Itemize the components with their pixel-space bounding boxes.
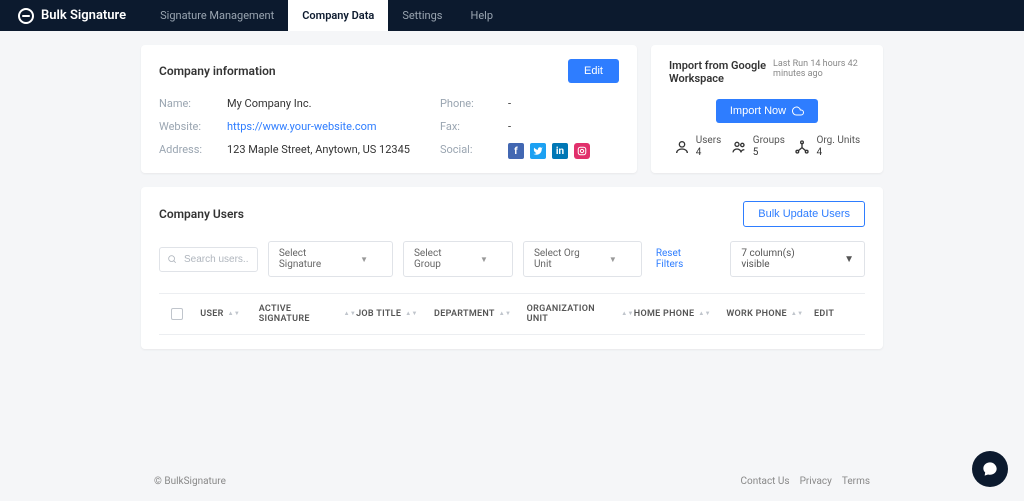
sort-icon: ▲▼ bbox=[791, 312, 803, 316]
nav-items: Signature Management Company Data Settin… bbox=[146, 0, 507, 31]
cloud-sync-icon bbox=[792, 105, 804, 117]
org-select-label: Select Org Unit bbox=[534, 248, 599, 270]
org-stat-value: 4 bbox=[816, 147, 860, 159]
select-all-checkbox[interactable] bbox=[171, 308, 183, 320]
users-icon bbox=[674, 139, 690, 155]
users-stat-label: Users bbox=[696, 135, 722, 147]
org-stat: Org. Units 4 bbox=[794, 135, 860, 159]
website-value[interactable]: https://www.your-website.com bbox=[227, 120, 377, 133]
groups-icon bbox=[731, 139, 747, 155]
sort-icon: ▲▼ bbox=[499, 312, 511, 316]
users-stat-value: 4 bbox=[696, 147, 722, 159]
col-user[interactable]: USER▲▼ bbox=[200, 309, 258, 319]
nav-help[interactable]: Help bbox=[456, 0, 507, 31]
import-now-button[interactable]: Import Now bbox=[716, 99, 818, 123]
phone-label: Phone: bbox=[440, 97, 490, 110]
edit-button[interactable]: Edit bbox=[568, 59, 619, 83]
groups-stat: Groups 5 bbox=[731, 135, 785, 159]
chat-icon bbox=[982, 461, 998, 477]
top-nav: Bulk Signature Signature Management Comp… bbox=[0, 0, 1024, 31]
name-label: Name: bbox=[159, 97, 209, 110]
company-users-title: Company Users bbox=[159, 207, 244, 221]
col-active-signature[interactable]: ACTIVE SIGNATURE▲▼ bbox=[259, 304, 356, 324]
company-users-card: Company Users Bulk Update Users Select S… bbox=[141, 187, 883, 349]
nav-signature-management[interactable]: Signature Management bbox=[146, 0, 288, 31]
social-label: Social: bbox=[440, 143, 490, 159]
groups-stat-value: 5 bbox=[753, 147, 785, 159]
col-work-phone[interactable]: WORK PHONE▲▼ bbox=[726, 309, 814, 319]
group-select-label: Select Group bbox=[414, 248, 470, 270]
company-info-card: Company information Edit Name: My Compan… bbox=[141, 45, 637, 173]
sort-icon: ▲▼ bbox=[228, 312, 240, 316]
instagram-icon[interactable] bbox=[574, 143, 590, 159]
phone-value: - bbox=[508, 97, 511, 110]
address-label: Address: bbox=[159, 143, 209, 156]
signature-select-label: Select Signature bbox=[279, 248, 350, 270]
sort-icon: ▲▼ bbox=[698, 312, 710, 316]
name-value: My Company Inc. bbox=[227, 97, 312, 110]
twitter-icon[interactable] bbox=[530, 143, 546, 159]
footer-copyright: © BulkSignature bbox=[154, 476, 226, 487]
sort-icon: ▲▼ bbox=[621, 312, 633, 316]
linkedin-icon[interactable]: in bbox=[552, 143, 568, 159]
import-card: Import from Google Workspace Last Run 14… bbox=[651, 45, 883, 173]
address-value: 123 Maple Street, Anytown, US 12345 bbox=[227, 143, 410, 156]
logo-icon bbox=[18, 8, 34, 24]
sort-icon: ▲▼ bbox=[344, 312, 356, 316]
last-run-text: Last Run 14 hours 42 minutes ago bbox=[773, 59, 865, 79]
import-title: Import from Google Workspace bbox=[669, 59, 773, 85]
col-edit: EDIT bbox=[814, 309, 853, 319]
signature-select[interactable]: Select Signature ▼ bbox=[268, 241, 393, 277]
facebook-icon[interactable]: f bbox=[508, 143, 524, 159]
col-home-phone[interactable]: HOME PHONE▲▼ bbox=[634, 309, 727, 319]
col-job-title[interactable]: JOB TITLE▲▼ bbox=[356, 309, 434, 319]
brand-logo[interactable]: Bulk Signature bbox=[18, 8, 126, 24]
nav-company-data[interactable]: Company Data bbox=[288, 0, 388, 31]
chevron-down-icon: ▼ bbox=[480, 255, 488, 264]
website-label: Website: bbox=[159, 120, 209, 133]
columns-select-label: 7 column(s) visible bbox=[741, 248, 824, 270]
brand-name: Bulk Signature bbox=[41, 8, 126, 23]
org-icon bbox=[794, 139, 810, 155]
footer-privacy-link[interactable]: Privacy bbox=[800, 476, 832, 487]
fax-value: - bbox=[508, 120, 511, 133]
bulk-update-button[interactable]: Bulk Update Users bbox=[743, 201, 865, 227]
chevron-down-icon: ▼ bbox=[360, 255, 368, 264]
nav-settings[interactable]: Settings bbox=[388, 0, 456, 31]
table-header: USER▲▼ ACTIVE SIGNATURE▲▼ JOB TITLE▲▼ DE… bbox=[159, 293, 865, 335]
company-info-title: Company information bbox=[159, 64, 276, 78]
col-department[interactable]: DEPARTMENT▲▼ bbox=[434, 309, 527, 319]
groups-stat-label: Groups bbox=[753, 135, 785, 147]
group-select[interactable]: Select Group ▼ bbox=[403, 241, 513, 277]
sort-icon: ▲▼ bbox=[405, 312, 417, 316]
col-organization-unit[interactable]: ORGANIZATION UNIT▲▼ bbox=[527, 304, 634, 324]
columns-select[interactable]: 7 column(s) visible ▼ bbox=[730, 241, 865, 277]
footer-terms-link[interactable]: Terms bbox=[842, 476, 870, 487]
users-stat: Users 4 bbox=[674, 135, 722, 159]
search-icon bbox=[167, 254, 177, 264]
fax-label: Fax: bbox=[440, 120, 490, 133]
org-stat-label: Org. Units bbox=[816, 135, 860, 147]
reset-filters-link[interactable]: Reset Filters bbox=[656, 248, 711, 270]
import-now-label: Import Now bbox=[730, 105, 786, 117]
chat-button[interactable] bbox=[972, 451, 1008, 487]
footer: © BulkSignature Contact Us Privacy Terms bbox=[0, 476, 1024, 487]
footer-contact-link[interactable]: Contact Us bbox=[741, 476, 790, 487]
chevron-down-icon: ▼ bbox=[844, 254, 854, 265]
org-select[interactable]: Select Org Unit ▼ bbox=[523, 241, 642, 277]
chevron-down-icon: ▼ bbox=[609, 255, 617, 264]
